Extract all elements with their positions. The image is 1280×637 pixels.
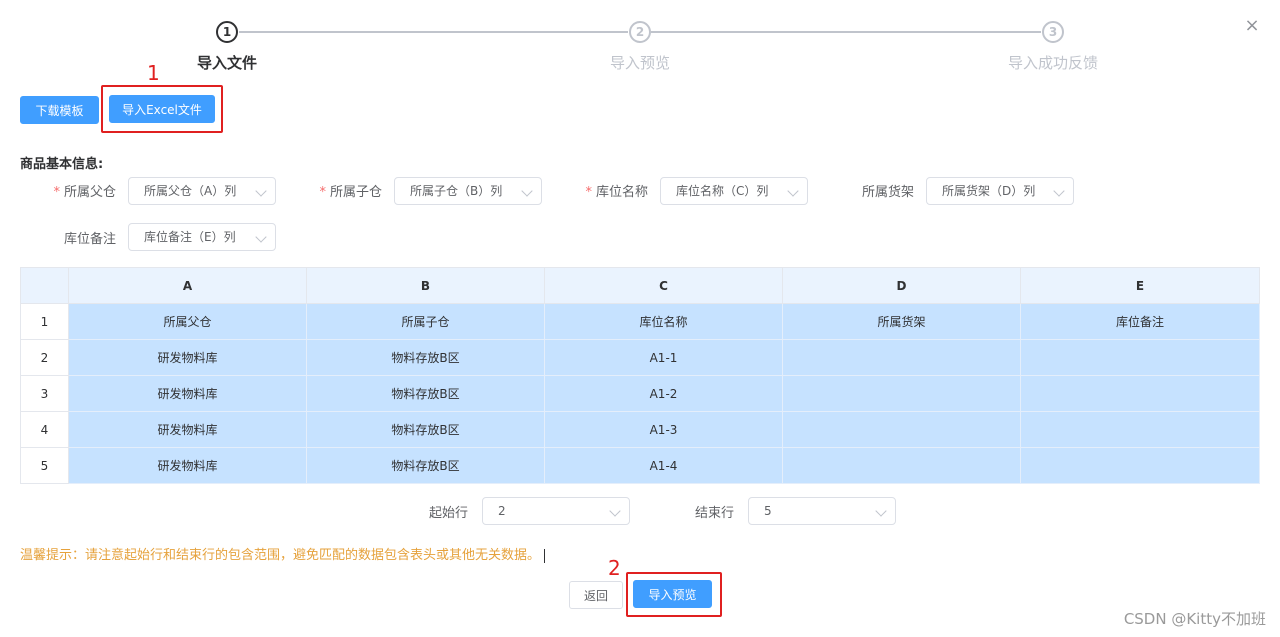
- table-cell: 物料存放B区: [306, 447, 545, 484]
- table-row: 5 研发物料库 物料存放B区 A1-4: [20, 447, 1260, 484]
- chevron-down-icon: [1053, 185, 1065, 197]
- field-label-text: 所属货架: [861, 185, 914, 200]
- text-cursor: [544, 548, 546, 563]
- table-cell: 库位备注: [1020, 303, 1260, 340]
- column-header: C: [544, 267, 783, 304]
- field-label-text: 库位名称: [595, 185, 648, 200]
- table-cell: 研发物料库: [68, 339, 307, 376]
- annotation-box-2: [626, 572, 722, 617]
- annotation-number-1: 1: [147, 61, 160, 85]
- table-cell: 物料存放B区: [306, 339, 545, 376]
- table-cell: A1-4: [544, 447, 783, 484]
- table-cell: [782, 447, 1021, 484]
- step-3-icon: 3: [1042, 21, 1064, 43]
- location-remark-select[interactable]: 库位备注（E）列: [128, 223, 276, 251]
- chevron-down-icon: [521, 185, 533, 197]
- warning-tip: 温馨提示：请注意起始行和结束行的包含范围，避免匹配的数据包含表头或其他无关数据。: [20, 544, 546, 563]
- tip-text: 温馨提示：请注意起始行和结束行的包含范围，避免匹配的数据包含表头或其他无关数据。: [20, 548, 541, 563]
- table-corner-cell: [20, 267, 69, 304]
- chevron-down-icon: [787, 185, 799, 197]
- select-value: 库位备注（E）列: [144, 230, 236, 244]
- table-cell: [1020, 375, 1260, 412]
- field-label-shelf: 所属货架: [838, 181, 914, 200]
- import-steps: 1 2 3 导入文件 导入预览 导入成功反馈: [0, 0, 1280, 80]
- table-cell: A1-2: [544, 375, 783, 412]
- field-label-child-warehouse: * 所属子仓: [306, 181, 382, 200]
- table-cell: [782, 375, 1021, 412]
- column-header: E: [1020, 267, 1260, 304]
- required-mark: *: [53, 185, 60, 200]
- step-connector: [239, 31, 628, 33]
- table-cell: [782, 411, 1021, 448]
- row-number: 3: [20, 375, 69, 412]
- select-value: 所属父仓（A）列: [144, 184, 237, 198]
- chevron-down-icon: [255, 231, 267, 243]
- field-label-text: 库位备注: [63, 232, 116, 247]
- chevron-down-icon: [875, 505, 887, 517]
- end-row-label: 结束行: [695, 506, 735, 521]
- table-cell: 所属货架: [782, 303, 1021, 340]
- table-row: 1 所属父仓 所属子仓 库位名称 所属货架 库位备注: [20, 303, 1260, 340]
- field-label-parent-warehouse: * 所属父仓: [40, 181, 116, 200]
- required-mark: *: [585, 185, 592, 200]
- row-number: 4: [20, 411, 69, 448]
- table-cell: 研发物料库: [68, 411, 307, 448]
- column-header: B: [306, 267, 545, 304]
- column-header: A: [68, 267, 307, 304]
- excel-preview-table: A B C D E 1 所属父仓 所属子仓 库位名称 所属货架 库位备注 2 研…: [20, 267, 1260, 484]
- location-name-select[interactable]: 库位名称（C）列: [660, 177, 808, 205]
- column-header: D: [782, 267, 1021, 304]
- start-row-select[interactable]: 2: [482, 497, 630, 525]
- step-3-title: 导入成功反馈: [1007, 54, 1099, 72]
- step-connector: [651, 31, 1041, 33]
- row-number: 5: [20, 447, 69, 484]
- section-title: 商品基本信息:: [20, 157, 104, 172]
- table-cell: [1020, 411, 1260, 448]
- table-cell: [782, 339, 1021, 376]
- table-cell: A1-3: [544, 411, 783, 448]
- chevron-down-icon: [255, 185, 267, 197]
- table-row: 4 研发物料库 物料存放B区 A1-3: [20, 411, 1260, 448]
- step-1-icon: 1: [216, 21, 238, 43]
- chevron-down-icon: [609, 505, 621, 517]
- step-2-icon: 2: [629, 21, 651, 43]
- annotation-number-2: 2: [608, 556, 621, 580]
- parent-warehouse-select[interactable]: 所属父仓（A）列: [128, 177, 276, 205]
- table-cell: 库位名称: [544, 303, 783, 340]
- start-row-label: 起始行: [429, 506, 469, 521]
- table-row: 3 研发物料库 物料存放B区 A1-2: [20, 375, 1260, 412]
- table-cell: 研发物料库: [68, 447, 307, 484]
- download-template-button[interactable]: 下载模板: [20, 96, 99, 124]
- table-cell: [1020, 339, 1260, 376]
- table-cell: [1020, 447, 1260, 484]
- row-number: 1: [20, 303, 69, 340]
- table-cell: 物料存放B区: [306, 375, 545, 412]
- table-cell: 物料存放B区: [306, 411, 545, 448]
- select-value: 所属子仓（B）列: [410, 184, 503, 198]
- table-header-row: A B C D E: [20, 267, 1260, 304]
- required-mark: *: [319, 185, 326, 200]
- table-cell: 所属子仓: [306, 303, 545, 340]
- back-button[interactable]: 返回: [569, 581, 623, 609]
- child-warehouse-select[interactable]: 所属子仓（B）列: [394, 177, 542, 205]
- watermark: CSDN @Kitty不加班: [1123, 610, 1266, 628]
- row-number: 2: [20, 339, 69, 376]
- select-value: 所属货架（D）列: [942, 184, 1036, 198]
- step-2-title: 导入预览: [609, 54, 671, 72]
- select-value: 2: [498, 504, 506, 518]
- field-label-location-remark: 库位备注: [40, 228, 116, 247]
- select-value: 库位名称（C）列: [676, 184, 769, 198]
- annotation-box-1: [101, 85, 223, 133]
- shelf-select[interactable]: 所属货架（D）列: [926, 177, 1074, 205]
- end-row-select[interactable]: 5: [748, 497, 896, 525]
- field-label-text: 所属子仓: [329, 185, 382, 200]
- field-label-location-name: * 库位名称: [572, 181, 648, 200]
- select-value: 5: [764, 504, 772, 518]
- table-cell: A1-1: [544, 339, 783, 376]
- field-label-text: 所属父仓: [63, 185, 116, 200]
- table-row: 2 研发物料库 物料存放B区 A1-1: [20, 339, 1260, 376]
- table-cell: 所属父仓: [68, 303, 307, 340]
- table-cell: 研发物料库: [68, 375, 307, 412]
- step-1-title: 导入文件: [196, 54, 258, 72]
